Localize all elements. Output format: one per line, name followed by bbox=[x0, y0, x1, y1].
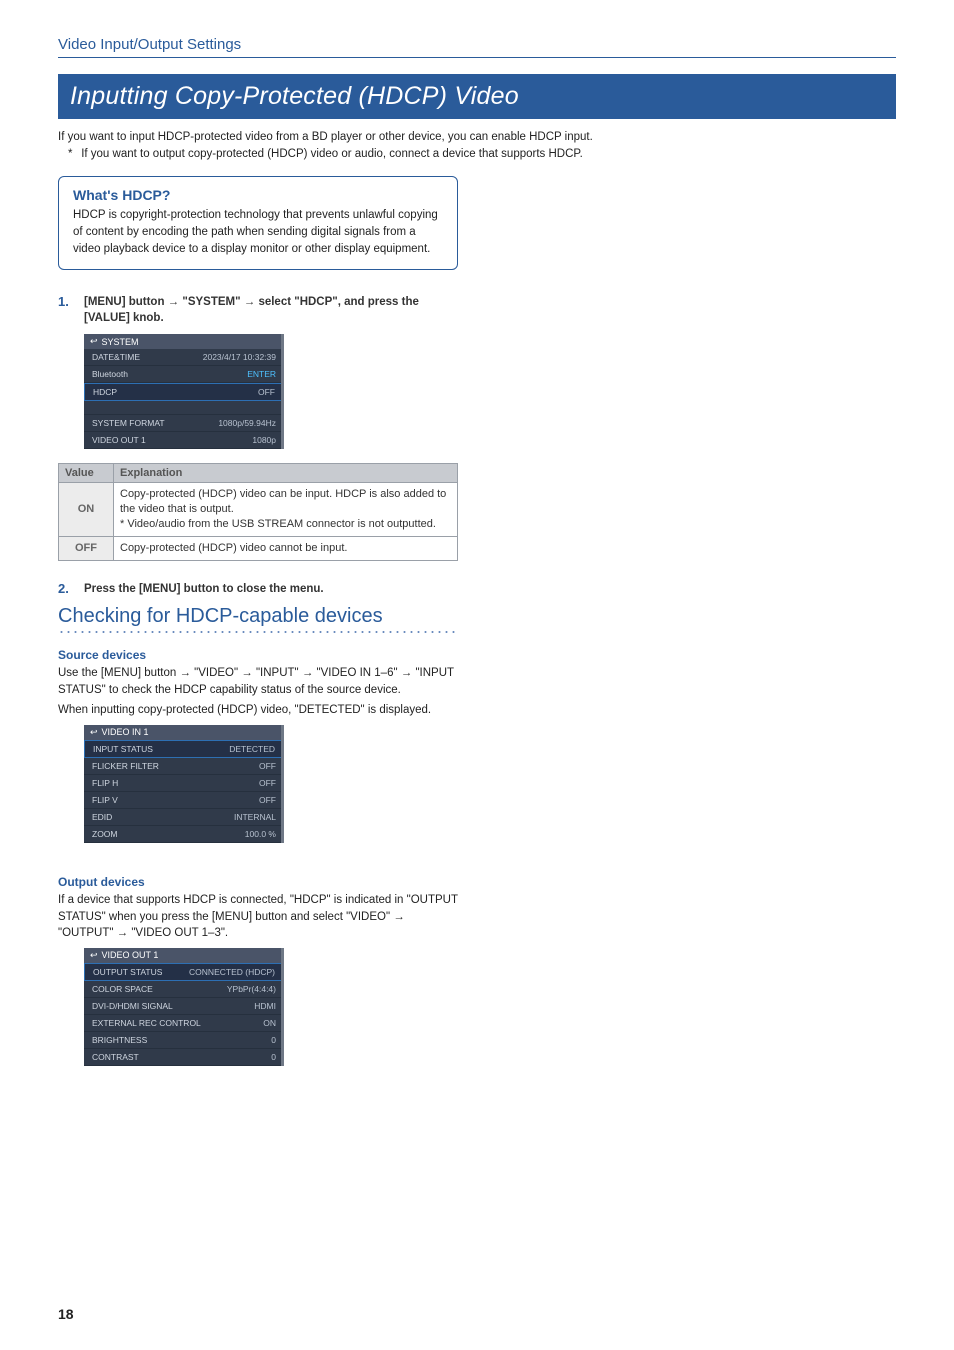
table-row: OFFCopy-protected (HDCP) video cannot be… bbox=[59, 536, 458, 560]
explanation-cell: Copy-protected (HDCP) video cannot be in… bbox=[114, 536, 458, 560]
menu-row-label: HDCP bbox=[93, 387, 117, 397]
menu-row: OUTPUT STATUS CONNECTED (HDCP) bbox=[84, 963, 284, 981]
menu-row-label: CONTRAST bbox=[92, 1052, 139, 1062]
menu-title: VIDEO IN 1 bbox=[102, 727, 149, 737]
menu-row: EDID INTERNAL bbox=[84, 809, 284, 826]
asterisk-icon: * bbox=[68, 148, 78, 160]
menu-row: FLICKER FILTER OFF bbox=[84, 758, 284, 775]
breadcrumb: Video Input/Output Settings bbox=[58, 36, 896, 58]
menu-row-label: FLICKER FILTER bbox=[92, 761, 159, 771]
menu-row: ZOOM 100.0 % bbox=[84, 826, 284, 843]
hdcp-callout: What's HDCP? HDCP is copyright-protectio… bbox=[58, 176, 458, 270]
menu-row-label: ZOOM bbox=[92, 829, 118, 839]
menu-row-value: OFF bbox=[259, 795, 276, 805]
menu-row: FLIP V OFF bbox=[84, 792, 284, 809]
menu-row: FLIP H OFF bbox=[84, 775, 284, 792]
system-menu-screenshot: ↩ SYSTEM DATE&TIME 2023/4/17 10:32:39 Blue… bbox=[84, 334, 284, 449]
menu-row-label: INPUT STATUS bbox=[93, 744, 153, 754]
menu-row-value: ON bbox=[263, 1018, 276, 1028]
menu-row-label: BRIGHTNESS bbox=[92, 1035, 147, 1045]
menu-row: EXTERNAL REC CONTROL ON bbox=[84, 1015, 284, 1032]
menu-row-value: DETECTED bbox=[229, 744, 275, 754]
divider-dots bbox=[58, 630, 458, 634]
intro-note: * If you want to output copy-protected (… bbox=[68, 148, 896, 160]
subheading: Checking for HDCP-capable devices bbox=[58, 605, 896, 628]
value-cell: ON bbox=[59, 483, 114, 537]
intro-line: If you want to input HDCP-protected vide… bbox=[58, 129, 896, 146]
menu-row-value: 2023/4/17 10:32:39 bbox=[203, 352, 276, 362]
menu-row-value: 1080p bbox=[252, 435, 276, 445]
output-devices-heading: Output devices bbox=[58, 875, 896, 889]
menu-row-label: SYSTEM FORMAT bbox=[92, 418, 165, 428]
back-arrow-icon: ↩ bbox=[90, 727, 98, 738]
menu-row-label: EDID bbox=[92, 812, 112, 822]
explanation-cell: Copy-protected (HDCP) video can be input… bbox=[114, 483, 458, 537]
menu-row: BRIGHTNESS 0 bbox=[84, 1032, 284, 1049]
menu-row-value: YPbPr(4:4:4) bbox=[227, 984, 276, 994]
back-arrow-icon: ↩ bbox=[90, 336, 98, 347]
menu-row: Bluetooth ENTER bbox=[84, 366, 284, 383]
output-p1: If a device that supports HDCP is connec… bbox=[58, 892, 458, 942]
source-p1: Use the [MENU] button → "VIDEO" → "INPUT… bbox=[58, 665, 458, 698]
page-number: 18 bbox=[58, 1306, 74, 1322]
menu-row: INPUT STATUS DETECTED bbox=[84, 740, 284, 758]
menu-row-value: 0 bbox=[271, 1035, 276, 1045]
menu-row-label: COLOR SPACE bbox=[92, 984, 153, 994]
value-header: Value bbox=[59, 464, 114, 483]
menu-row-label: EXTERNAL REC CONTROL bbox=[92, 1018, 201, 1028]
menu-row-label: VIDEO OUT 1 bbox=[92, 435, 146, 445]
menu-row: DVI-D/HDMI SIGNAL HDMI bbox=[84, 998, 284, 1015]
menu-titlebar: ↩ VIDEO IN 1 bbox=[84, 725, 284, 740]
menu-row-label: FLIP H bbox=[92, 778, 118, 788]
menu-row-value: 0 bbox=[271, 1052, 276, 1062]
menu-titlebar: ↩ VIDEO OUT 1 bbox=[84, 948, 284, 963]
menu-row: CONTRAST 0 bbox=[84, 1049, 284, 1066]
menu-row: VIDEO OUT 1 1080p bbox=[84, 432, 284, 449]
menu-row: SYSTEM FORMAT 1080p/59.94Hz bbox=[84, 415, 284, 432]
source-p2: When inputting copy-protected (HDCP) vid… bbox=[58, 702, 458, 719]
back-arrow-icon: ↩ bbox=[90, 950, 98, 961]
step-2-text: Press the [MENU] button to close the men… bbox=[84, 581, 324, 597]
table-row: ONCopy-protected (HDCP) video can be inp… bbox=[59, 483, 458, 537]
menu-row: HDCP OFF bbox=[84, 383, 284, 401]
source-devices-heading: Source devices bbox=[58, 648, 896, 662]
menu-row-value: 100.0 % bbox=[245, 829, 276, 839]
step-1-number: 1. bbox=[58, 294, 74, 326]
video-in-menu-screenshot: ↩ VIDEO IN 1 INPUT STATUS DETECTED FLICKER… bbox=[84, 725, 284, 843]
step-1-text: [MENU] button → "SYSTEM" → select "HDCP"… bbox=[84, 294, 458, 326]
menu-row-label: OUTPUT STATUS bbox=[93, 967, 162, 977]
callout-title: What's HDCP? bbox=[73, 187, 443, 203]
menu-title: SYSTEM bbox=[102, 337, 139, 347]
step-2-number: 2. bbox=[58, 581, 74, 597]
menu-row-value: ENTER bbox=[247, 369, 276, 379]
step-2: 2. Press the [MENU] button to close the … bbox=[58, 581, 458, 597]
menu-row-value: INTERNAL bbox=[234, 812, 276, 822]
menu-titlebar: ↩ SYSTEM bbox=[84, 334, 284, 349]
menu-row-value: HDMI bbox=[254, 1001, 276, 1011]
menu-title: VIDEO OUT 1 bbox=[102, 950, 159, 960]
menu-row-label: DVI-D/HDMI SIGNAL bbox=[92, 1001, 173, 1011]
menu-row-value: OFF bbox=[259, 778, 276, 788]
menu-row: DATE&TIME 2023/4/17 10:32:39 bbox=[84, 349, 284, 366]
intro-note-text: If you want to output copy-protected (HD… bbox=[81, 148, 583, 160]
value-table: Value Explanation ONCopy-protected (HDCP… bbox=[58, 463, 458, 560]
step-1: 1. [MENU] button → "SYSTEM" → select "HD… bbox=[58, 294, 458, 326]
menu-row-value: CONNECTED (HDCP) bbox=[189, 967, 275, 977]
explanation-header: Explanation bbox=[114, 464, 458, 483]
menu-row-value: OFF bbox=[259, 761, 276, 771]
menu-row-label: Bluetooth bbox=[92, 369, 128, 379]
menu-row: COLOR SPACE YPbPr(4:4:4) bbox=[84, 981, 284, 998]
value-cell: OFF bbox=[59, 536, 114, 560]
menu-row-label: FLIP V bbox=[92, 795, 118, 805]
page-title: Inputting Copy-Protected (HDCP) Video bbox=[58, 74, 896, 119]
callout-body: HDCP is copyright-protection technology … bbox=[73, 207, 443, 257]
menu-row-value: 1080p/59.94Hz bbox=[218, 418, 276, 428]
video-out-menu-screenshot: ↩ VIDEO OUT 1 OUTPUT STATUS CONNECTED (HD… bbox=[84, 948, 284, 1066]
menu-row-label: DATE&TIME bbox=[92, 352, 140, 362]
menu-row-value: OFF bbox=[258, 387, 275, 397]
